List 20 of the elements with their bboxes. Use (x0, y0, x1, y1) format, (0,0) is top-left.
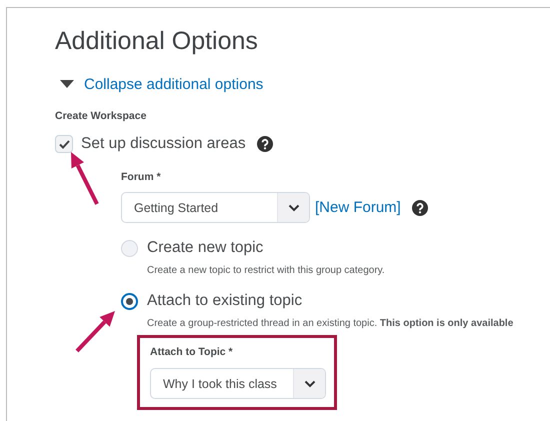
chevron-down-icon (288, 204, 300, 212)
help-icon (256, 136, 273, 152)
radio-label: Attach to existing topic (147, 292, 302, 310)
radio-button[interactable] (121, 292, 138, 310)
help-icon (412, 200, 428, 216)
section-title: Additional Options (55, 26, 259, 56)
new-forum-link[interactable]: [New Forum] (315, 199, 401, 216)
collapse-link[interactable]: Collapse additional options (84, 76, 264, 93)
field-label: Attach to Topic * (150, 346, 233, 358)
checkmark-icon (58, 140, 70, 148)
radio-label: Create new topic (147, 239, 264, 257)
section-label: Create Workspace (55, 110, 146, 122)
dropdown[interactable]: Why I took this class (150, 368, 326, 399)
option-description: Create a group-restricted thread in an existing topic. This option is only available (147, 318, 514, 329)
dropdown[interactable]: Getting Started (121, 192, 310, 223)
field-label: Forum * (121, 171, 161, 183)
option-description: Create a new topic to restrict with this group category. (147, 265, 385, 276)
checkbox-label: Set up discussion areas (81, 135, 246, 153)
checkbox[interactable] (55, 135, 73, 153)
chevron-down-icon (304, 380, 316, 388)
